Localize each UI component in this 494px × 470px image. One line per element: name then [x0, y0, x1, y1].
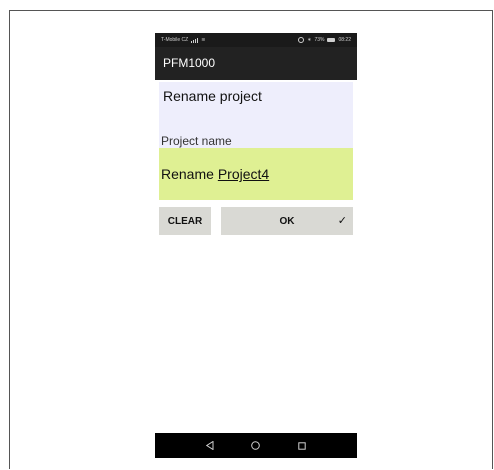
input-value[interactable]: Project4	[218, 166, 269, 182]
check-icon: ✓	[337, 215, 347, 227]
project-name-value[interactable]: Rename Project4	[161, 166, 269, 182]
status-left: T-Mobile CZ ≋	[161, 37, 205, 43]
bluetooth-icon: ∗	[307, 37, 312, 43]
recent-square-icon[interactable]	[298, 437, 306, 455]
wifi-icon: ≋	[201, 37, 206, 43]
home-circle-icon[interactable]	[251, 437, 261, 455]
navigation-bar	[155, 433, 357, 458]
signal-icon	[191, 37, 199, 43]
ok-button-label: OK	[279, 215, 295, 227]
clock-time: 08:22	[338, 37, 351, 43]
phone-screen: T-Mobile CZ ≋ ∗ 73% 08:22 PFM1000 Rename…	[155, 33, 357, 460]
battery-percent: 73%	[314, 37, 325, 43]
dialog-title: Rename project	[163, 88, 262, 104]
project-name-label: Project name	[161, 134, 232, 148]
back-triangle-icon[interactable]	[205, 437, 214, 455]
alarm-icon	[298, 37, 305, 43]
status-bar: T-Mobile CZ ≋ ∗ 73% 08:22	[155, 33, 357, 47]
app-bar: PFM1000	[155, 47, 357, 80]
input-prefix: Rename	[161, 166, 218, 182]
ok-button[interactable]: OK ✓	[221, 207, 353, 235]
battery-icon	[327, 38, 336, 42]
status-right: ∗ 73% 08:22	[298, 37, 351, 43]
project-name-input[interactable]: Rename Project4	[159, 148, 353, 200]
carrier-label: T-Mobile CZ	[161, 37, 189, 43]
clear-button[interactable]: CLEAR	[159, 207, 211, 235]
app-title: PFM1000	[163, 56, 216, 70]
